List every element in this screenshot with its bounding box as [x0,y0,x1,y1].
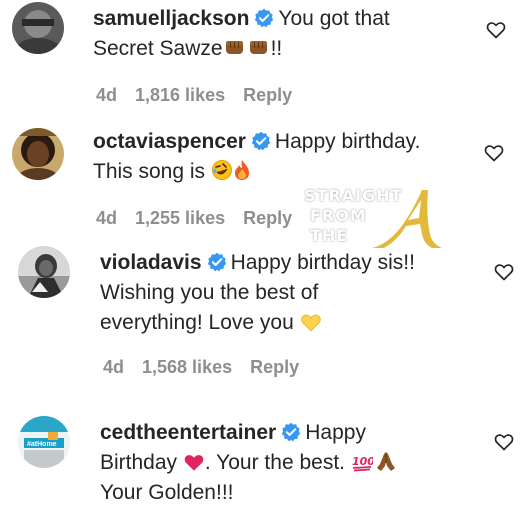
svg-text:#atHome: #atHome [27,441,57,448]
heart-outline-icon[interactable] [486,20,506,40]
fire-emoji-icon [233,159,251,190]
comment-body: violadavis Happy birthday sis!! [100,248,415,278]
likes-count[interactable]: 1,816 likes [135,85,225,105]
comment-text: everything! Love you [100,311,300,334]
hundred-points-emoji-icon: 100 [351,451,375,481]
heart-outline-icon[interactable] [494,262,514,282]
red-heart-emoji-icon [183,451,205,481]
likes-count[interactable]: 1,568 likes [142,357,232,377]
comment-time: 4d [96,208,118,228]
watermark-a-logo: A [372,190,442,248]
comment-text: Birthday [100,451,183,474]
comment-text-line1: Happy birthday. [274,130,421,153]
avatar-octaviaspencer[interactable] [12,128,64,180]
username[interactable]: samuelljackson [93,7,249,30]
reply-button[interactable]: Reply [243,208,292,228]
username[interactable]: cedtheentertainer [100,421,276,444]
comment-meta: 4d 1,568 likes Reply [103,357,317,378]
reply-button[interactable]: Reply [250,357,299,377]
comment-text: Secret Sawze [93,37,223,60]
likes-count[interactable]: 1,255 likes [135,208,225,228]
yellow-heart-emoji-icon [300,311,322,341]
comment-text: !! [270,37,283,60]
comment-text-line2: This song is [93,157,251,190]
comment-text-line2: Secret Sawze!! [93,34,282,67]
comment-text-line2: Wishing you the best of [100,281,319,304]
comment-text-line2: Birthday . Your the best. 100 [100,448,397,481]
watermark-line3: THE [310,226,349,245]
comment-body: cedtheentertainer Happy [100,418,366,448]
reply-button[interactable]: Reply [243,85,292,105]
verified-badge-icon [281,421,301,442]
username[interactable]: violadavis [100,251,202,274]
folded-hands-emoji-icon [375,450,397,481]
comment-text-line1: You got that [278,7,390,30]
fist-emoji-icon [223,36,247,67]
avatar-samuelljackson[interactable] [12,2,64,54]
verified-badge-icon [207,251,227,272]
comment-text: . Your the best. [204,451,351,474]
heart-outline-icon[interactable] [484,143,504,163]
fist-emoji-icon [247,36,271,67]
svg-text:100: 100 [352,455,373,468]
comment-text-line3: everything! Love you [100,308,322,341]
comment-text-line3: Your Golden!!! [100,481,234,504]
username[interactable]: octaviaspencer [93,130,246,153]
comment-meta: 4d 1,816 likes Reply [96,85,310,106]
avatar-violadavis[interactable] [18,246,70,298]
straight-from-the-a-watermark: STRAIGHT FROM THE A [298,186,448,252]
comment-text-line1: Happy [305,421,366,444]
verified-badge-icon [254,7,274,28]
comment-time: 4d [96,85,118,105]
heart-outline-icon[interactable] [494,432,514,452]
comment-body: octaviaspencer Happy birthday. [93,127,420,157]
watermark-line2: FROM [310,206,367,225]
avatar-cedtheentertainer[interactable]: #atHome [18,416,70,468]
verified-badge-icon [251,130,271,151]
comment-text-line1: Happy birthday sis!! [230,251,415,274]
comment-text: This song is [93,160,211,183]
comment-time: 4d [103,357,125,377]
rofl-emoji-icon [211,159,233,190]
comment-meta: 4d 1,255 likes Reply [96,208,310,229]
comment-body: samuelljackson You got that [93,4,390,34]
